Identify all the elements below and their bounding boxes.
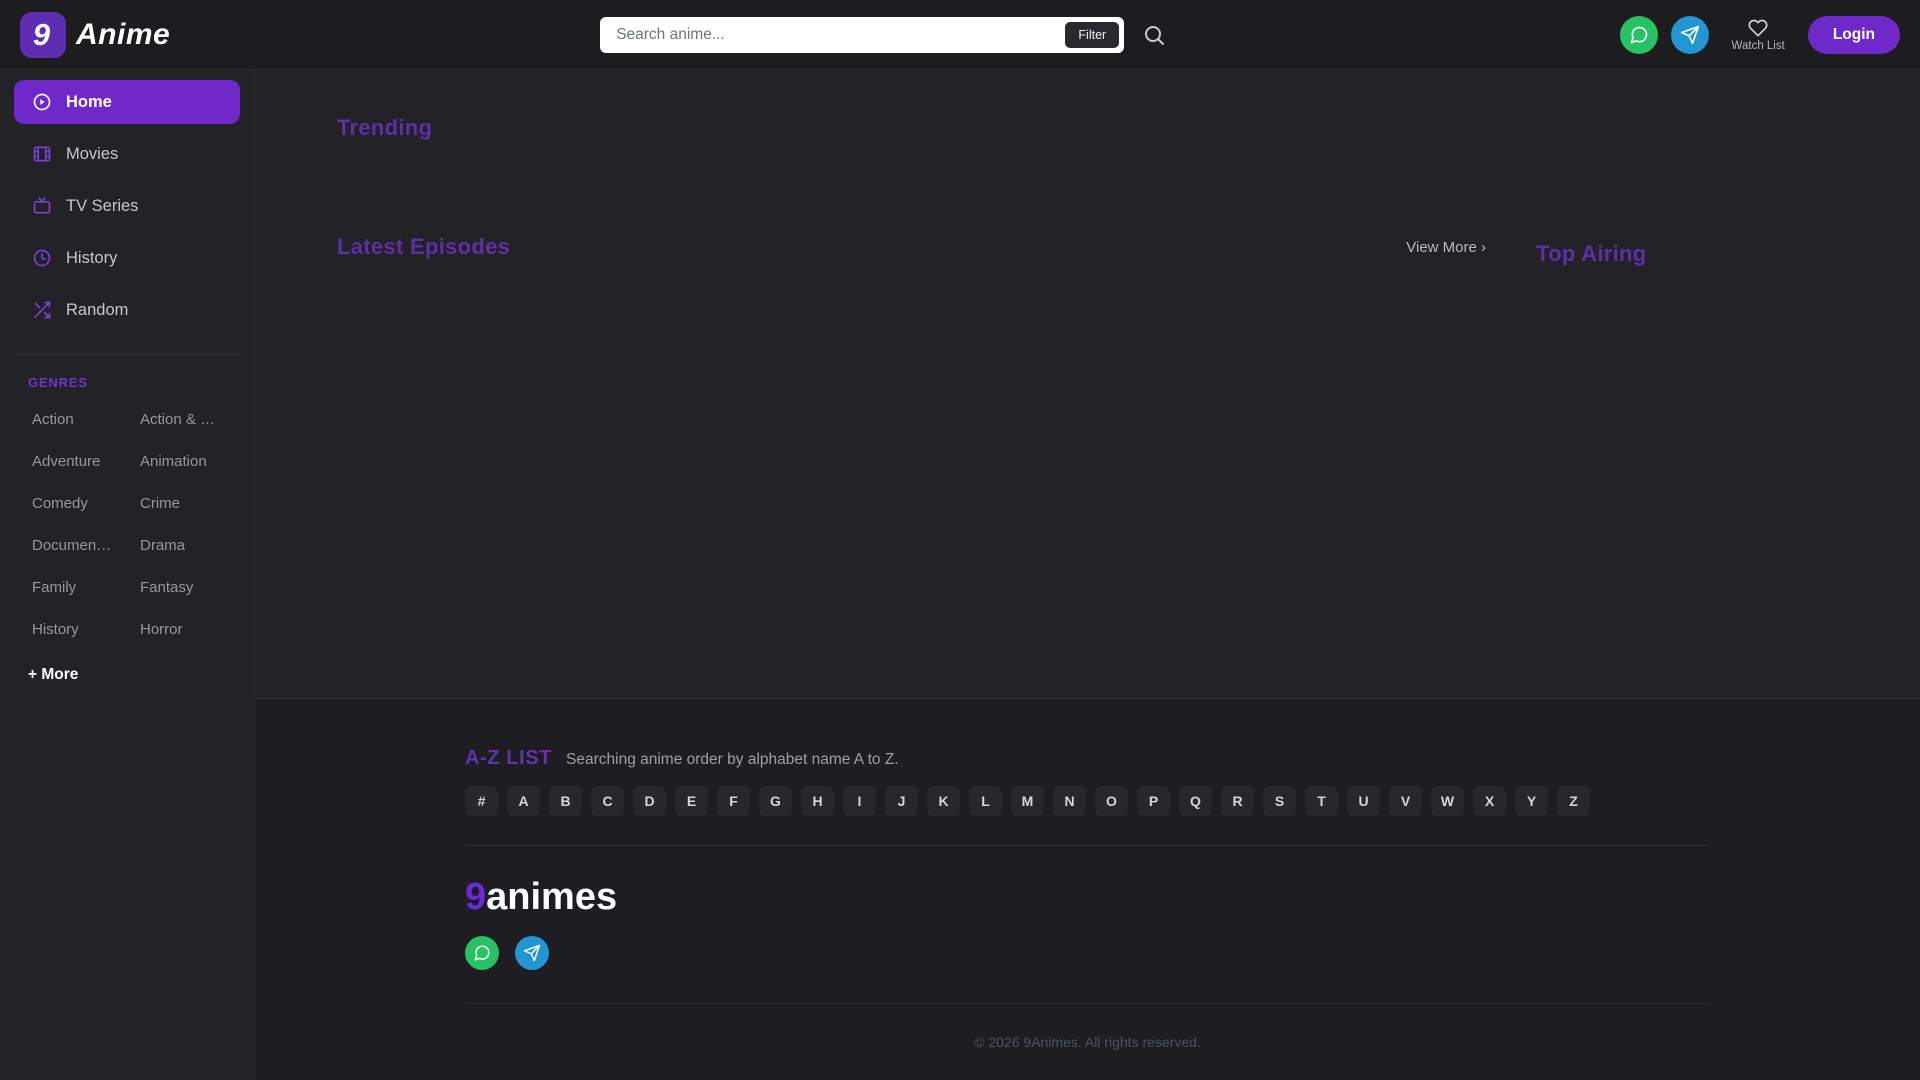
site-logo[interactable]: 9 Anime [20, 11, 171, 58]
alphabet-link[interactable]: S [1263, 786, 1296, 816]
divider [465, 1003, 1710, 1004]
heart-icon [1748, 18, 1768, 38]
genre-link[interactable]: Action & … [140, 411, 254, 428]
watch-list-label: Watch List [1731, 39, 1785, 52]
tv-icon [32, 196, 52, 216]
alphabet-link[interactable]: Y [1515, 786, 1548, 816]
footer-logo-text: animes [486, 876, 618, 918]
genre-link[interactable]: Documen… [32, 537, 140, 554]
genre-link[interactable]: History [32, 621, 140, 638]
alphabet-link[interactable]: N [1053, 786, 1086, 816]
alphabet-link[interactable]: X [1473, 786, 1506, 816]
trending-heading: Trending [337, 115, 433, 140]
genre-link[interactable]: Adventure [32, 453, 140, 470]
header-actions: Watch List Login [1619, 15, 1900, 54]
footer: A-Z LIST Searching anime order by alphab… [255, 698, 1920, 1080]
sidebar-item-label: Movies [66, 144, 119, 163]
sidebar-item-label: History [66, 248, 118, 267]
telegram-icon[interactable] [1670, 15, 1709, 54]
alphabet-link[interactable]: E [675, 786, 708, 816]
alphabet-link[interactable]: M [1011, 786, 1044, 816]
divider [14, 354, 240, 355]
filter-button[interactable]: Filter [1065, 21, 1120, 48]
search-input[interactable] [600, 25, 1066, 44]
alphabet-link[interactable]: R [1221, 786, 1254, 816]
sidebar-item-random[interactable]: Random [14, 288, 240, 332]
search-icon[interactable] [1142, 23, 1166, 47]
az-list-subtitle: Searching anime order by alphabet name A… [566, 751, 899, 768]
genre-link[interactable]: Animation [140, 453, 254, 470]
shuffle-icon [32, 300, 52, 320]
latest-episodes-heading: Latest Episodes [337, 234, 511, 259]
chat-bubble-icon[interactable] [1619, 15, 1658, 54]
footer-logo[interactable]: 9animes [465, 876, 1710, 919]
alphabet-link[interactable]: W [1431, 786, 1464, 816]
divider [465, 845, 1710, 846]
copyright-text: © 2026 9Animes. All rights reserved. [974, 1034, 1201, 1050]
genre-link[interactable]: Horror [140, 621, 254, 638]
search-bar: Filter [600, 16, 1125, 53]
sidebar-nav: Home Movies TV Series History Random [0, 80, 254, 332]
logo-text: Anime [76, 17, 171, 51]
alphabet-link[interactable]: L [969, 786, 1002, 816]
watch-list-button[interactable]: Watch List [1732, 18, 1785, 52]
footer-social [465, 936, 1710, 970]
telegram-icon[interactable] [515, 936, 549, 970]
alphabet-link[interactable]: C [591, 786, 624, 816]
alphabet-link[interactable]: B [549, 786, 582, 816]
film-icon [32, 144, 52, 164]
footer-logo-accent: 9 [465, 876, 487, 918]
genre-link[interactable]: Crime [140, 495, 254, 512]
top-airing-heading: Top Airing [1536, 241, 1647, 266]
sidebar: Home Movies TV Series History Random GENRES … [0, 70, 255, 1080]
alphabet-link[interactable]: I [843, 786, 876, 816]
alphabet-link[interactable]: T [1305, 786, 1338, 816]
sidebar-item-tv-series[interactable]: TV Series [14, 184, 240, 228]
alphabet-link[interactable]: H [801, 786, 834, 816]
play-circle-icon [32, 92, 52, 112]
logo-9-icon: 9 [20, 11, 66, 58]
genre-link[interactable]: Comedy [32, 495, 140, 512]
sidebar-item-label: TV Series [66, 196, 139, 215]
header: 9 Anime Filter Watch List Login [0, 0, 1920, 70]
genre-link[interactable]: Action [32, 411, 140, 428]
sidebar-item-history[interactable]: History [14, 236, 240, 280]
alphabet-link[interactable]: D [633, 786, 666, 816]
alphabet-link[interactable]: V [1389, 786, 1422, 816]
alphabet-link[interactable]: Z [1557, 786, 1590, 816]
search-area: Filter [600, 16, 1166, 53]
alphabet-link[interactable]: U [1347, 786, 1380, 816]
alphabet-link[interactable]: Q [1179, 786, 1212, 816]
alphabet-link[interactable]: A [507, 786, 540, 816]
alphabet-link[interactable]: # [465, 786, 498, 816]
more-genres-button[interactable]: + More [28, 666, 254, 684]
login-button[interactable]: Login [1807, 15, 1900, 54]
sidebar-item-label: Home [66, 92, 112, 111]
alphabet-link[interactable]: P [1137, 786, 1170, 816]
alphabet-list: # A B C D E F G H I J K L M N O P Q R S T U V W X Y Z [465, 786, 1710, 816]
alphabet-link[interactable]: G [759, 786, 792, 816]
alphabet-link[interactable]: J [885, 786, 918, 816]
sidebar-item-home[interactable]: Home [14, 80, 240, 124]
genre-link[interactable]: Drama [140, 537, 254, 554]
alphabet-link[interactable]: O [1095, 786, 1128, 816]
alphabet-link[interactable]: K [927, 786, 960, 816]
chat-bubble-icon[interactable] [465, 936, 499, 970]
sidebar-item-movies[interactable]: Movies [14, 132, 240, 176]
genre-link[interactable]: Fantasy [140, 579, 254, 596]
az-list-heading: A-Z LIST [465, 747, 553, 769]
clock-icon [32, 248, 52, 268]
sidebar-item-label: Random [66, 300, 129, 319]
view-more-link[interactable]: View More › [1406, 239, 1486, 256]
main-content: Trending Latest Episodes View More › Top… [255, 70, 1920, 698]
genres-heading: GENRES [28, 375, 88, 390]
genre-link[interactable]: Family [32, 579, 140, 596]
alphabet-link[interactable]: F [717, 786, 750, 816]
genres-list: Action Action & … Adventure Animation Comedy… [0, 411, 254, 638]
